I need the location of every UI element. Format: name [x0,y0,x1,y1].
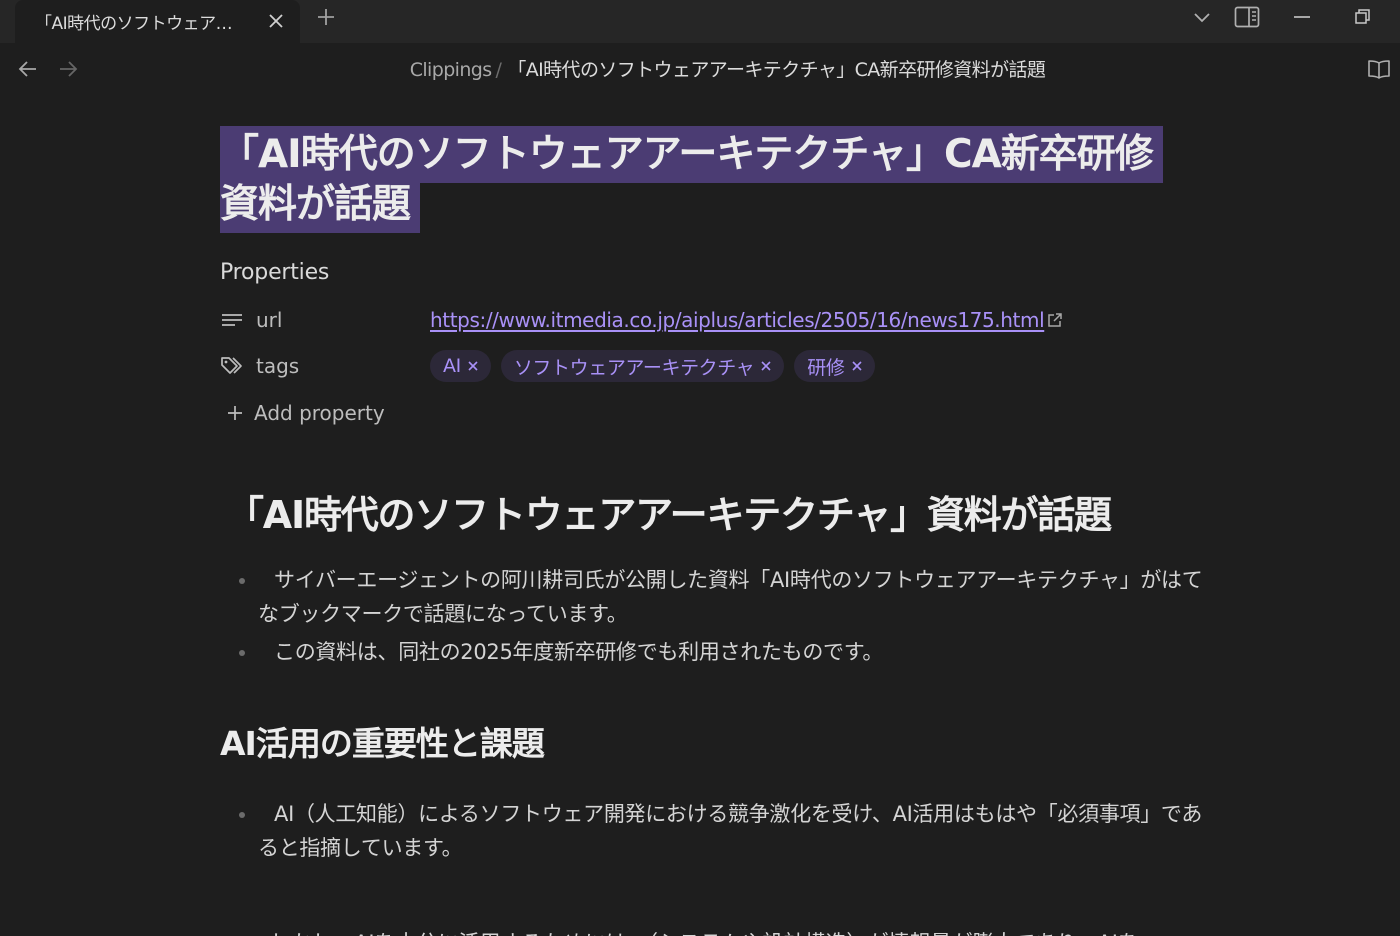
add-property-button[interactable]: Add property [220,393,1220,433]
restore-icon[interactable] [1348,4,1378,30]
plus-icon[interactable] [314,5,338,29]
property-value-tags[interactable]: AI ソフトウェアアーキテクチャ 研修 [430,350,1220,382]
property-tags: tags AI ソフトウェアアーキテクチャ 研修 [220,343,1220,389]
add-property-label: Add property [254,401,385,425]
property-key-label: url [256,308,283,332]
plus-icon [226,404,254,422]
property-url: url https://www.itmedia.co.jp/aiplus/art… [220,297,1220,343]
view-header: Clippings / 「AI時代のソフトウェアアーキテクチャ」CA新卒研修資料が話… [0,43,1400,93]
bullet-list: AI（人工知能）によるソフトウェア開発における競争激化を受け、AI活用はもはや「… [220,797,1220,865]
breadcrumb-current[interactable]: 「AI時代のソフトウェアアーキテクチャ」CA新卒研修資料が話題 [507,59,1046,81]
partially-visible-text: しかし、AIを十分に活用するためには、（システムや設計構造）が情報量が膨大であり… [270,926,1190,936]
title-line-1: 「AI時代のソフトウェアアーキテクチャ」CA新卒研修 [220,132,1154,177]
inline-title[interactable]: 「AI時代のソフトウェアアーキテクチャ」CA新卒研修 資料が話題 [220,126,1230,233]
tab-active[interactable]: 「AI時代のソフトウェア… [15,0,300,43]
breadcrumb-separator: / [495,59,502,81]
property-key-label: tags [256,354,300,378]
bullet-list: サイバーエージェントの阿川耕司氏が公開した資料「AI時代のソフトウェアアーキテク… [220,563,1220,669]
close-icon[interactable] [467,360,479,372]
property-key-tags[interactable]: tags [220,354,430,378]
tag-label: 研修 [807,356,845,379]
list-item-text: この資料は、同社の2025年度新卒研修でも利用されたものです。 [274,640,884,664]
bullet-dot [239,578,245,584]
tags-icon [220,355,256,377]
tab-bar: 「AI時代のソフトウェア… [0,0,1400,43]
tag-pill[interactable]: AI [430,350,491,382]
tag-pill[interactable]: 研修 [794,350,875,382]
chevron-down-icon[interactable] [1187,4,1217,30]
list-item: AI（人工知能）によるソフトウェア開発における競争激化を受け、AI活用はもはや「… [220,797,1210,865]
bullet-dot [239,812,245,818]
property-value-url[interactable]: https://www.itmedia.co.jp/aiplus/article… [430,308,1220,332]
list-item-text: サイバーエージェントの阿川耕司氏が公開した資料「AI時代のソフトウェアアーキテク… [258,568,1203,626]
breadcrumb-folder[interactable]: Clippings [410,59,492,81]
close-icon[interactable] [760,360,772,372]
sidebar-right-icon[interactable] [1232,4,1262,30]
tag-pill[interactable]: ソフトウェアアーキテクチャ [500,350,785,382]
url-link[interactable]: https://www.itmedia.co.jp/aiplus/article… [430,308,1045,332]
bullet-dot [239,650,245,656]
list-item-text: AI（人工知能）によるソフトウェア開発における競争激化を受け、AI活用はもはや「… [258,802,1203,860]
text-lines-icon [220,310,256,330]
close-icon[interactable] [851,360,863,372]
book-open-icon[interactable] [1366,57,1392,81]
list-item: サイバーエージェントの阿川耕司氏が公開した資料「AI時代のソフトウェアアーキテク… [220,563,1210,631]
title-line-2: 資料が話題 [220,182,411,227]
heading-1: 「AI時代のソフトウェアアーキテクチャ」資料が話題 [226,493,1112,537]
property-key-url[interactable]: url [220,308,430,332]
partially-visible-line: しかし、AIを十分に活用するためには、（システムや設計構造）が情報量が膨大であり… [270,926,1190,936]
note-content: 「AI時代のソフトウェアアーキテクチャ」CA新卒研修 資料が話題 Properti… [220,126,1220,869]
breadcrumb: Clippings / 「AI時代のソフトウェアアーキテクチャ」CA新卒研修資料が話… [0,55,1400,82]
list-item: この資料は、同社の2025年度新卒研修でも利用されたものです。 [220,635,1210,669]
minimize-icon[interactable] [1287,4,1317,30]
external-link-icon [1047,312,1063,328]
tag-label: ソフトウェアアーキテクチャ [513,356,755,379]
heading-2: AI活用の重要性と課題 [220,724,545,763]
close-icon[interactable] [266,11,286,31]
properties-heading[interactable]: Properties [220,260,1220,285]
tab-title: 「AI時代のソフトウェア… [35,14,233,34]
tag-label: AI [443,355,461,377]
